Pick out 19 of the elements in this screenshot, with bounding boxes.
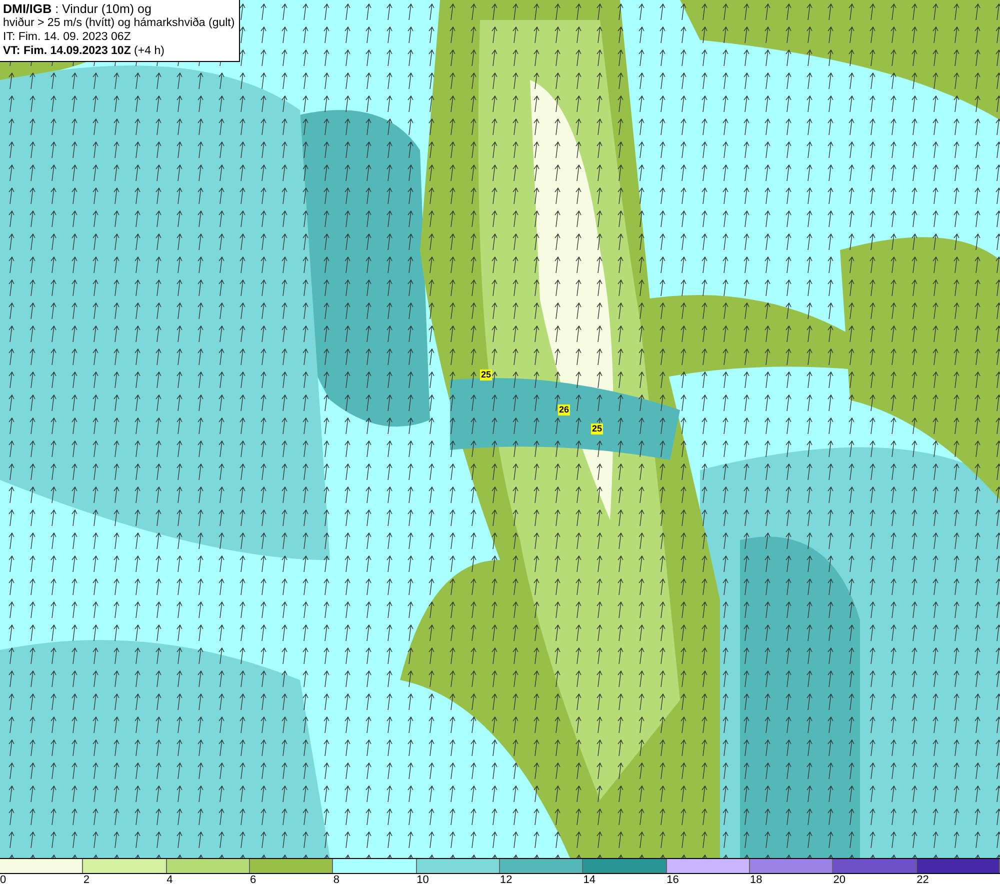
gust-label: 25 [480, 370, 492, 380]
info-line: DMI/IGB : Vindur (10m) og [3, 2, 152, 16]
gust-label: 26 [558, 404, 570, 416]
legend-label: 8 [333, 874, 340, 886]
legend-label: 12 [500, 874, 512, 886]
legend-label: 6 [250, 874, 256, 886]
legend-label: 22 [916, 874, 929, 886]
info-line: VT: Fim. 14.09.2023 10Z (+4 h) [3, 44, 166, 58]
legend-label: 10 [416, 874, 429, 886]
legend-label: 0 [0, 874, 6, 886]
legend-label: 2 [83, 874, 90, 886]
info-line: hviður > 25 m/s (hvítt) og hámarkshviða (gult) [3, 16, 235, 30]
legend-label: 14 [583, 874, 596, 886]
legend-label: 18 [750, 874, 762, 886]
info-line: IT: Fim. 14. 09. 2023 06Z [3, 30, 132, 44]
legend-label: 4 [166, 874, 173, 886]
legend-label: 20 [833, 874, 846, 886]
legend-label: 16 [666, 874, 679, 886]
gust-label: 25 [591, 424, 603, 434]
